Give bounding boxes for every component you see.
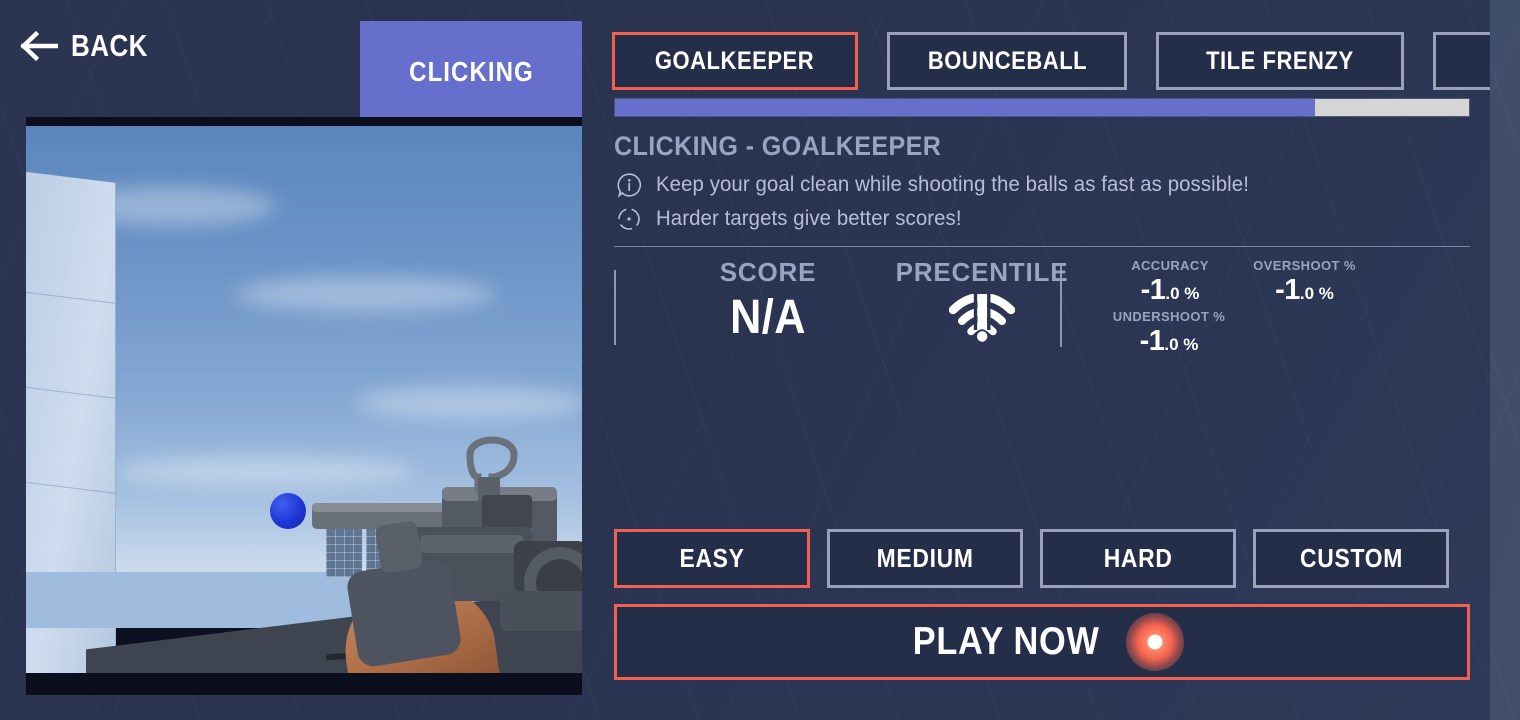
stat-undershoot-value: -1.0 % (1139, 325, 1199, 357)
play-now-label: PLAY NOW (912, 620, 1100, 663)
difficulty-label: HARD (1103, 543, 1173, 573)
difficulty-label: MEDIUM (876, 543, 974, 573)
mode-tab-label: BOUNCEBALL (927, 46, 1087, 75)
preview-letterbox-top (26, 117, 582, 126)
info-line-text: Harder targets give better scores! (656, 207, 962, 230)
page-title: CLICKING - GOALKEEPER (614, 131, 942, 161)
preview-letterbox-bottom (26, 673, 582, 695)
back-button[interactable]: BACK (20, 28, 163, 64)
difficulty-button-hard[interactable]: HARD (1040, 529, 1236, 588)
preview-cloud (236, 276, 496, 312)
mode-tab-label: GOALKEEPER (655, 46, 815, 75)
difficulty-row: EASY MEDIUM HARD CUSTOM (614, 529, 1449, 588)
crosshair-icon (618, 208, 640, 230)
stat-score: SCORE N/A (668, 257, 868, 345)
mode-scrollbar[interactable] (614, 98, 1470, 117)
mode-tab-bar: GOALKEEPER BOUNCEBALL TILE FRENZY (612, 32, 1490, 90)
difficulty-button-custom[interactable]: CUSTOM (1253, 529, 1449, 588)
info-bubble-icon (617, 173, 641, 198)
difficulty-label: EASY (679, 543, 745, 573)
stat-undershoot: UNDERSHOOT % -1.0 % (1074, 309, 1264, 358)
stat-score-label: SCORE (719, 257, 817, 287)
back-label: BACK (71, 28, 148, 63)
mode-tab-next[interactable] (1433, 32, 1490, 90)
stat-percentile-label: PRECENTILE (895, 257, 1069, 287)
category-tab-label: CLICKING (408, 56, 534, 87)
stats-left-rule (614, 270, 616, 345)
mode-tab-bounceball[interactable]: BOUNCEBALL (887, 32, 1127, 90)
wifi-error-icon (949, 294, 1015, 342)
difficulty-label: CUSTOM (1299, 543, 1403, 573)
info-line-text: Keep your goal clean while shooting the … (656, 173, 1249, 196)
stat-undershoot-label: UNDERSHOOT % (1112, 309, 1226, 324)
info-line: Keep your goal clean while shooting the … (616, 172, 1267, 198)
stat-overshoot-label: OVERSHOOT % (1253, 258, 1356, 273)
difficulty-button-easy[interactable]: EASY (614, 529, 810, 588)
play-now-button[interactable]: PLAY NOW (614, 604, 1470, 680)
arrow-left-icon (20, 31, 58, 61)
main-panel: BACK CLICKING GOALKEEPER BOUNCEBALL TILE… (0, 0, 1490, 720)
stat-overshoot: OVERSHOOT % -1.0 % (1212, 258, 1397, 307)
scenario-content: GOALKEEPER BOUNCEBALL TILE FRENZY CLICKI… (612, 0, 1490, 720)
stats-panel: SCORE N/A PRECENTILE ACCURACY -1.0 % OVE… (612, 255, 1490, 365)
mode-tab-goalkeeper[interactable]: GOALKEEPER (612, 32, 858, 90)
info-line: Harder targets give better scores! (616, 206, 971, 232)
difficulty-button-medium[interactable]: MEDIUM (827, 529, 1023, 588)
scenario-preview-video[interactable] (26, 117, 582, 695)
mode-tab-tile-frenzy[interactable]: TILE FRENZY (1156, 32, 1404, 90)
mode-tab-label: TILE FRENZY (1206, 46, 1354, 75)
stat-percentile: PRECENTILE (862, 257, 1102, 342)
category-tab-clicking[interactable]: CLICKING (360, 21, 582, 123)
preview-weapon (312, 436, 582, 667)
stat-overshoot-value: -1.0 % (1275, 274, 1334, 306)
stats-divider (614, 246, 1470, 247)
target-dot-icon (1126, 613, 1185, 671)
stat-score-value: N/A (730, 291, 806, 344)
mode-scrollbar-thumb[interactable] (615, 99, 1316, 116)
